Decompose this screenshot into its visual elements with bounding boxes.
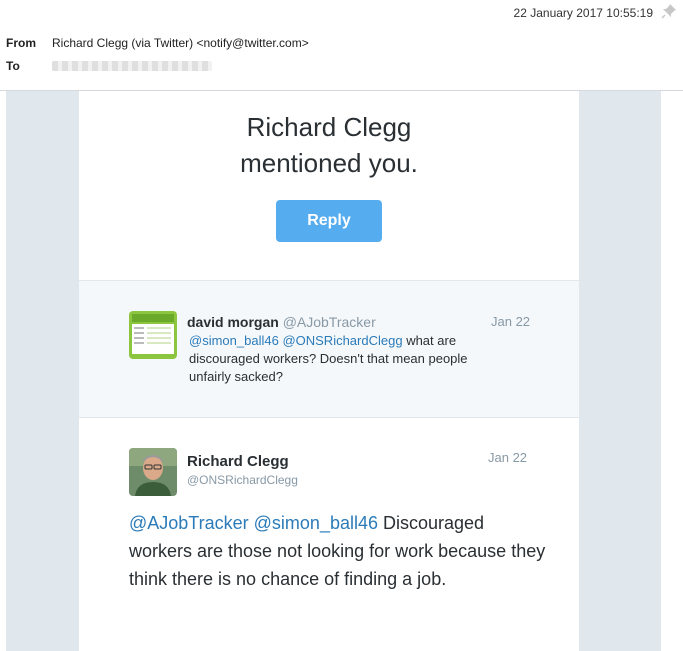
mention-link[interactable]: @simon_ball46 [189, 333, 279, 348]
mention-tweet-avatar[interactable] [129, 448, 177, 496]
divider [79, 417, 579, 418]
quoted-tweet-text: @simon_ball46 @ONSRichardClegg what are … [189, 332, 509, 386]
mention-tweet-text: @AJobTracker @simon_ball46 Discouraged w… [129, 509, 549, 593]
quoted-tweet-author[interactable]: david morgan @AJobTracker [187, 314, 376, 330]
mention-tweet-handle[interactable]: @ONSRichardClegg [187, 473, 298, 487]
left-gutter [0, 91, 6, 651]
from-value[interactable]: Richard Clegg (via Twitter) <notify@twit… [52, 36, 309, 50]
notification-headline: Richard Clegg mentioned you. [79, 109, 579, 181]
to-label: To [6, 59, 20, 73]
mention-tweet-name[interactable]: Richard Clegg [187, 453, 289, 470]
notification-card: Richard Clegg mentioned you. Reply david… [79, 91, 579, 651]
redacted-recipient [52, 61, 212, 71]
mention-link[interactable]: @AJobTracker [129, 513, 249, 533]
mention-link[interactable]: @ONSRichardClegg [282, 333, 402, 348]
quoted-tweet-avatar[interactable] [129, 311, 177, 359]
right-gutter [661, 91, 683, 651]
pin-icon[interactable] [661, 3, 677, 19]
email-date: 22 January 2017 10:55:19 [513, 6, 653, 20]
spreadsheet-avatar-icon [129, 311, 177, 359]
quoted-tweet-name[interactable]: david morgan [187, 314, 279, 330]
quoted-tweet-handle[interactable]: @AJobTracker [283, 314, 376, 330]
mention-link[interactable]: @simon_ball46 [254, 513, 378, 533]
from-label: From [6, 36, 36, 50]
headline-action: mentioned you. [240, 148, 418, 178]
mention-tweet-date[interactable]: Jan 22 [488, 450, 527, 465]
email-header: 22 January 2017 10:55:19 From Richard Cl… [0, 0, 683, 91]
quoted-tweet-date[interactable]: Jan 22 [491, 314, 530, 329]
quoted-tweet[interactable]: david morgan @AJobTracker Jan 22 @simon_… [79, 281, 579, 417]
profile-photo-icon [129, 448, 177, 496]
headline-name: Richard Clegg [246, 112, 412, 142]
reply-button[interactable]: Reply [276, 200, 382, 242]
